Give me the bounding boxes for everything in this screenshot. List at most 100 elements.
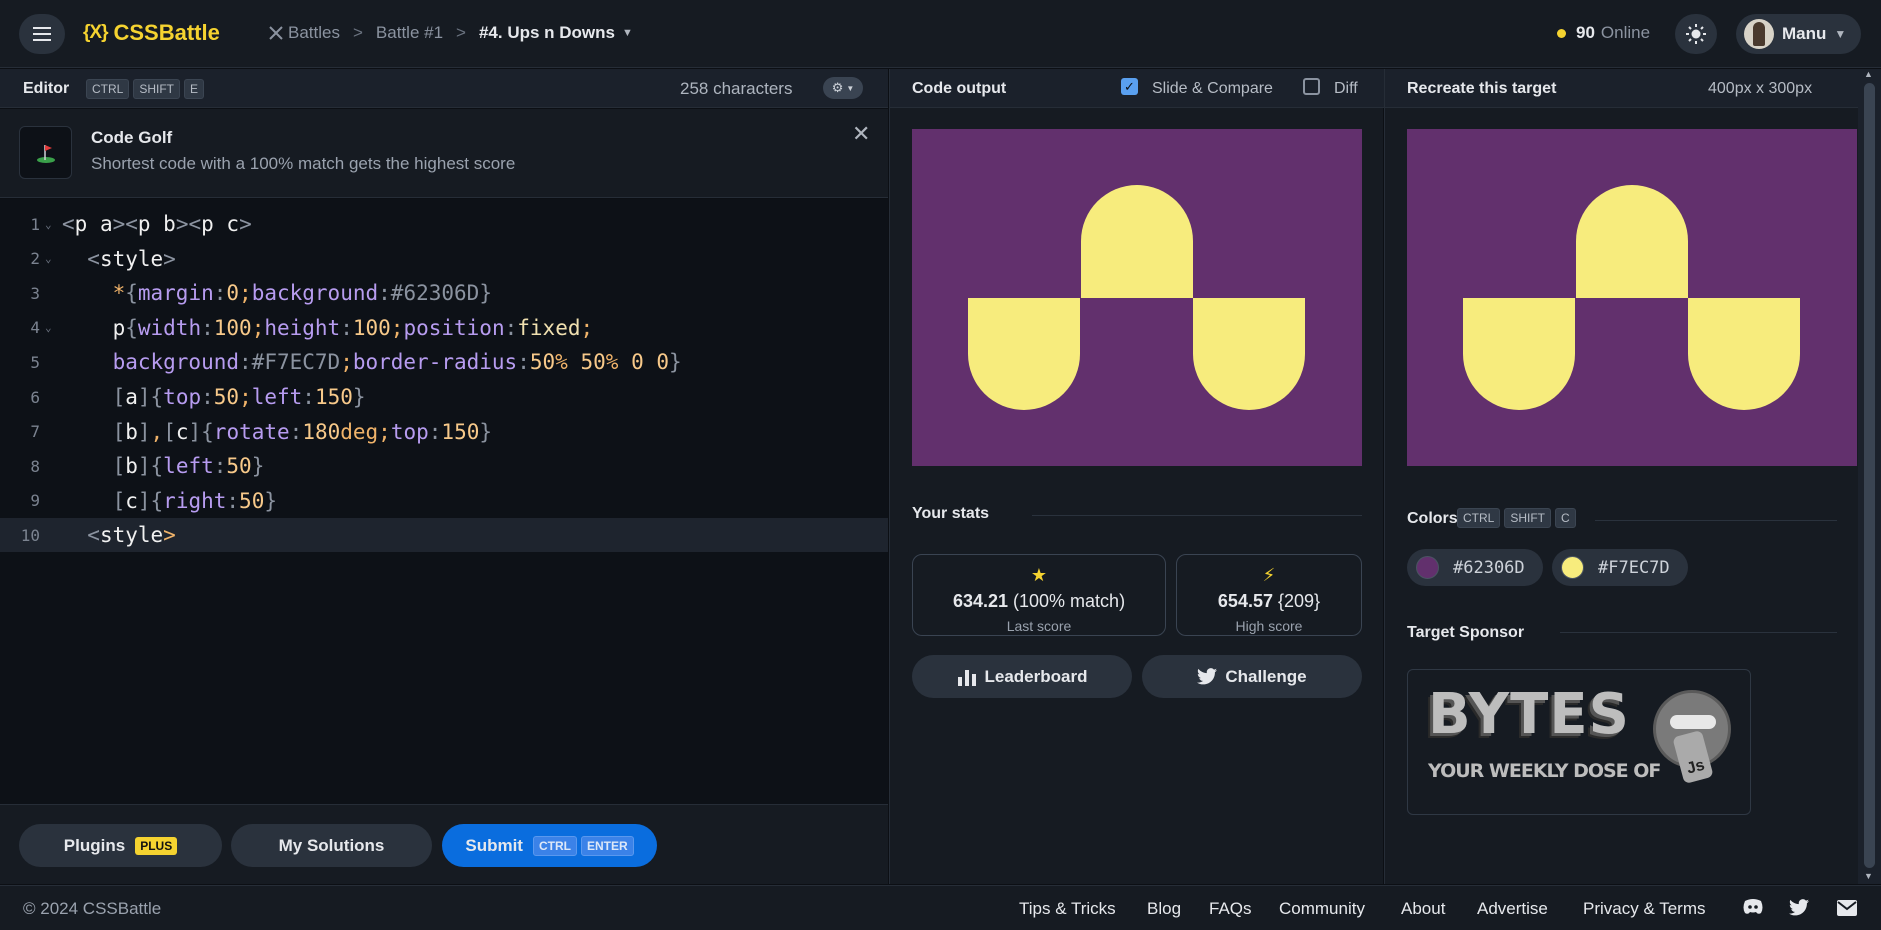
line-number: 6 (30, 387, 40, 407)
code-token: top (390, 419, 429, 444)
code-line[interactable]: 1 ⌄ <p a><p b><p c> (0, 207, 888, 241)
target-canvas[interactable] (1407, 129, 1857, 466)
code-token: left (163, 454, 214, 479)
code-line[interactable]: 8 [b]{left:50} (0, 449, 888, 483)
code-line[interactable]: 10 <style> (0, 518, 888, 553)
high-score-card: ⚡ 654.57 {209} High score (1176, 554, 1362, 636)
code-line[interactable]: 7 [b],[c]{rotate:180deg;top:150} (0, 415, 888, 449)
code-token: [ (163, 419, 176, 444)
code-token: ; (239, 281, 252, 306)
slide-compare-checkbox[interactable]: ✓ (1121, 78, 1138, 95)
code-token: right (163, 488, 227, 513)
plugins-button[interactable]: Plugins PLUS (19, 824, 222, 867)
editor-header: Editor CTRL SHIFT E 258 characters ⚙ ▼ (0, 69, 888, 108)
footer-link-blog[interactable]: Blog (1147, 899, 1181, 919)
line-number: 3 (30, 283, 40, 303)
crumb-battles[interactable]: Battles (288, 23, 340, 43)
top-bar: {X} CSSBattle Battles > Battle #1 > #4. … (0, 0, 1881, 68)
scroll-up-arrow[interactable]: ▲ (1864, 69, 1873, 79)
divider (1032, 515, 1362, 516)
user-menu-button[interactable]: Manu ▼ (1736, 14, 1861, 54)
code-token: [ (62, 385, 126, 409)
code-token: 50 (567, 350, 606, 375)
code-token: ; (340, 350, 353, 375)
code-token: b (125, 454, 138, 479)
theme-toggle-button[interactable] (1675, 14, 1717, 54)
code-output-panel: Code output ✓ Slide & Compare Diff Your … (889, 69, 1384, 884)
code-line[interactable]: 4 ⌄ p{width:100;height:100;position:fixed… (0, 311, 888, 345)
footer-link-advertise[interactable]: Advertise (1477, 899, 1548, 919)
diff-checkbox[interactable] (1303, 78, 1320, 95)
code-token: p a (74, 212, 113, 236)
crumb-target[interactable]: #4. Ups n Downs (479, 23, 615, 43)
my-solutions-button[interactable]: My Solutions (231, 824, 432, 867)
leaderboard-label: Leaderboard (984, 666, 1088, 686)
settings-button[interactable]: ⚙ ▼ (823, 77, 863, 99)
code-line[interactable]: 6 [a]{top:50;left:150} (0, 380, 888, 414)
sponsor-tagline: YOUR WEEKLY DOSE OF (1428, 760, 1661, 782)
menu-button[interactable] (19, 14, 65, 54)
footer-link-about[interactable]: About (1401, 899, 1445, 919)
swords-icon (269, 26, 283, 40)
code-line[interactable]: 2 ⌄ <style> (0, 242, 888, 276)
footer-link-tips[interactable]: Tips & Tricks (1019, 899, 1116, 919)
char-count: 258 characters (680, 79, 793, 98)
code-token: deg; (340, 419, 391, 444)
scroll-down-arrow[interactable]: ▼ (1864, 871, 1873, 881)
logo[interactable]: {X} CSSBattle (83, 20, 220, 46)
line-number: 4 (30, 318, 40, 338)
code-token: : (378, 281, 391, 306)
code-token: 150 (441, 419, 480, 444)
slide-compare-label[interactable]: Slide & Compare (1152, 80, 1273, 98)
fold-chevron-icon[interactable]: ⌄ (45, 252, 52, 265)
crumb-battle[interactable]: Battle #1 (376, 23, 443, 43)
editor-shortcut: CTRL SHIFT E (82, 79, 205, 99)
scrollbar[interactable]: ▲ ▼ (1858, 69, 1881, 884)
high-score-value: 654.57 {209} (1177, 591, 1361, 612)
challenge-button[interactable]: Challenge (1142, 655, 1362, 698)
code-line[interactable]: 5 background:#F7EC7D;border-radius:50% 5… (0, 345, 888, 379)
twitter-icon[interactable] (1789, 899, 1809, 921)
code-token: 0 (226, 281, 240, 306)
diff-label[interactable]: Diff (1334, 80, 1358, 98)
high-score-label: High score (1235, 618, 1303, 634)
footer-link-faqs[interactable]: FAQs (1209, 899, 1252, 919)
code-token: } (479, 281, 492, 306)
color-swatch-purple[interactable]: #62306D (1407, 549, 1543, 586)
code-line[interactable]: 9 [c]{right:50} (0, 484, 888, 518)
code-token: : (340, 315, 353, 340)
kbd-key: SHIFT (1504, 508, 1552, 528)
code-line[interactable]: 3 *{margin:0;background:#62306D} (0, 276, 888, 310)
footer-link-privacy[interactable]: Privacy & Terms (1583, 899, 1706, 919)
code-editor[interactable]: 1 ⌄ <p a><p b><p c> 2 ⌄ <style> 3 *{margin:0;… (0, 199, 888, 804)
footer-link-community[interactable]: Community (1279, 899, 1365, 919)
submit-button[interactable]: Submit CTRL ENTER (442, 824, 657, 867)
discord-icon[interactable] (1742, 898, 1764, 916)
kbd-key: C (1555, 508, 1576, 528)
code-token: 50 (529, 350, 556, 375)
leaderboard-button[interactable]: Leaderboard (912, 655, 1132, 698)
close-icon[interactable]: ✕ (852, 121, 870, 147)
sponsor-mascot-icon: Js (1653, 690, 1731, 785)
fold-chevron-icon[interactable]: ⌄ (45, 321, 52, 334)
code-token: : (517, 350, 530, 375)
sponsor-banner[interactable]: BYTES YOUR WEEKLY DOSE OF Js (1407, 669, 1751, 815)
scrollbar-thumb[interactable] (1864, 83, 1875, 868)
chevron-down-icon[interactable]: ▼ (622, 27, 633, 39)
code-token: : (213, 454, 227, 479)
colors-title: Colors (1407, 510, 1458, 527)
online-dot (1557, 28, 1566, 38)
code-text: [c]{right:50} (62, 489, 277, 513)
code-text: [b]{left:50} (62, 454, 265, 479)
code-token: rotate (213, 419, 290, 444)
shape-a (1576, 185, 1688, 298)
fold-chevron-icon[interactable]: ⌄ (45, 218, 52, 231)
output-canvas[interactable] (912, 129, 1362, 466)
sponsor-logo: BYTES (1428, 682, 1630, 747)
color-swatch-yellow[interactable]: #F7EC7D (1552, 549, 1688, 586)
email-icon[interactable] (1837, 900, 1857, 921)
editor-footer: Plugins PLUS My Solutions Submit CTRL EN… (0, 804, 888, 884)
code-token: { (125, 315, 138, 340)
code-token: 100 (213, 315, 252, 340)
lightning-icon: ⚡ (1262, 565, 1276, 585)
